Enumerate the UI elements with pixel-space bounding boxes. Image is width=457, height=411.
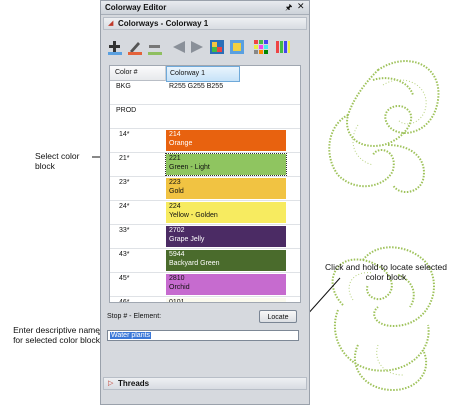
color-number: 21* (119, 155, 130, 162)
swatch-code: 214 (169, 131, 181, 138)
table-row[interactable]: 33* 2702 Grape Jelly (110, 224, 300, 249)
add-colorway-icon[interactable] (107, 39, 123, 55)
table-row[interactable]: BKG R255 G255 B255 (110, 80, 300, 105)
color-block-name-value: Water plants (110, 332, 152, 339)
color-swatch[interactable]: 0101Eggshell (166, 298, 286, 303)
color-swatch[interactable]: 224 Yellow - Golden (166, 202, 286, 223)
swatch-code: 0101 (169, 299, 185, 303)
locate-button[interactable]: Locate (259, 310, 297, 323)
swatch-name: Orchid (169, 284, 190, 291)
color-swatch[interactable] (166, 106, 286, 127)
swatch-code: 221 (169, 155, 181, 162)
palette-icon[interactable] (209, 39, 225, 55)
table-row[interactable]: 23* 223 Gold (110, 176, 300, 201)
color-swatch[interactable]: 2702 Grape Jelly (166, 226, 286, 247)
color-number: 45* (119, 275, 130, 282)
swatch-name: Grape Jelly (169, 236, 205, 243)
previous-arrow-icon[interactable] (171, 39, 187, 55)
column-header-color-number[interactable]: Color # (110, 66, 166, 81)
delete-colorway-icon[interactable] (147, 39, 163, 55)
color-number: 24* (119, 203, 130, 210)
table-row[interactable]: 21* 221 Green - Light (110, 152, 300, 177)
table-row[interactable]: 14* 214 Orange (110, 128, 300, 153)
swatch-code: 2810 (169, 275, 185, 282)
swatch-code: 2702 (169, 227, 185, 234)
color-number: 14* (119, 131, 130, 138)
colorway-editor-panel: Colorway Editor 🖈 ✕ ◢ Colorways - Colorw… (100, 0, 310, 405)
table-row[interactable]: 24* 224 Yellow - Golden (110, 200, 300, 225)
swatch-code: 5944 (169, 251, 185, 258)
swatch-name: Backyard Green (169, 260, 220, 267)
swatch-code: 223 (169, 179, 181, 186)
colorways-header[interactable]: ◢ Colorways - Colorway 1 (103, 17, 307, 30)
swatch-code: 224 (169, 203, 181, 210)
stop-element-label: Stop # - Element: (107, 313, 162, 320)
color-swatch[interactable]: 223 Gold (166, 178, 286, 199)
color-number: 33* (119, 227, 130, 234)
color-number: BKG (116, 83, 131, 90)
expand-triangle-icon: ▷ (108, 380, 114, 387)
panel-titlebar: Colorway Editor 🖈 ✕ (101, 1, 309, 15)
colorway-toolbar (103, 35, 307, 61)
swatch-name: Orange (169, 140, 193, 147)
swatch-code: R255 G255 B255 (169, 83, 224, 90)
table-row[interactable]: PROD (110, 104, 300, 129)
collapse-triangle-icon: ◢ (108, 20, 114, 27)
swatch-name: Yellow - Golden (169, 212, 218, 219)
pin-icon[interactable]: 🖈 (285, 2, 292, 16)
color-number: 46* (119, 299, 130, 303)
table-row[interactable]: 46* 0101Eggshell (110, 296, 300, 303)
color-grid-icon[interactable] (253, 39, 269, 55)
color-bars-icon[interactable] (275, 39, 291, 55)
thread-chart-icon[interactable] (229, 39, 245, 55)
table-row[interactable]: 43* 5944 Backyard Green (110, 248, 300, 273)
panel-title: Colorway Editor (105, 3, 167, 12)
next-arrow-icon[interactable] (189, 39, 205, 55)
swatch-name: Gold (169, 188, 184, 195)
edit-colorway-icon[interactable] (127, 39, 143, 55)
threads-header[interactable]: ▷ Threads (103, 377, 307, 390)
color-number: PROD (116, 107, 137, 114)
color-swatch[interactable]: 214 Orange (166, 130, 286, 151)
swatch-name: Green - Light (169, 164, 210, 171)
color-block-name-input[interactable]: Water plants (107, 330, 299, 341)
color-swatch[interactable]: R255 G255 B255 (166, 82, 286, 103)
color-swatch[interactable]: 5944 Backyard Green (166, 250, 286, 271)
colorways-header-label: Colorways - Colorway 1 (118, 19, 209, 28)
threads-header-label: Threads (118, 379, 150, 388)
close-icon[interactable]: ✕ (297, 1, 305, 12)
colorway-table: Color # Colorway 1 BKG R255 G255 B255 PROD… (109, 65, 301, 303)
color-number: 23* (119, 179, 130, 186)
color-swatch[interactable]: 221 Green - Light (165, 153, 287, 176)
color-number: 43* (119, 251, 130, 258)
color-swatch[interactable]: 2810 Orchid (166, 274, 286, 295)
table-row[interactable]: 45* 2810 Orchid (110, 272, 300, 297)
